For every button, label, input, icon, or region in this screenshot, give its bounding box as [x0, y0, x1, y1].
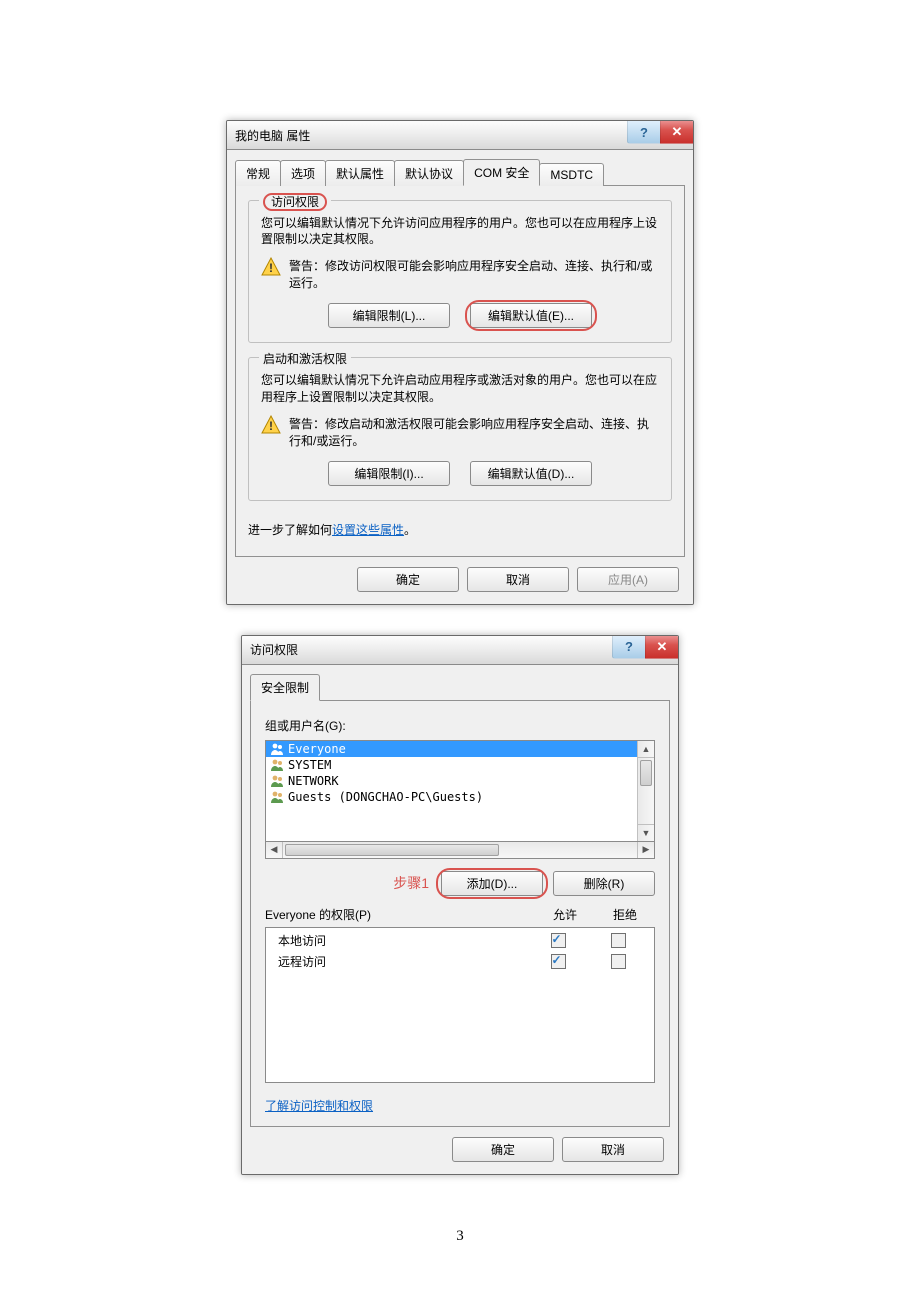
step-annotation: 步骤1 [393, 873, 429, 893]
permission-name: 远程访问 [272, 953, 528, 970]
tab-options[interactable]: 选项 [280, 160, 326, 186]
tab-com-security[interactable]: COM 安全 [463, 159, 540, 186]
tabstrip: 常规 选项 默认属性 默认协议 COM 安全 MSDTC [235, 158, 685, 186]
dialog-footer: 确定 取消 应用(A) [235, 557, 685, 596]
access-legend: 访问权限 [259, 193, 331, 210]
help-button[interactable]: ? [627, 121, 660, 144]
dialog-footer: 确定 取消 [250, 1127, 670, 1166]
launch-desc: 您可以编辑默认情况下允许启动应用程序或激活对象的用户。您也可以在应用程序上设置限… [261, 372, 659, 404]
access-permissions-dialog: 访问权限 ? ✕ 安全限制 组或用户名(G): Everyone SYSTEM NE… [241, 635, 679, 1175]
page-number: 3 [0, 1228, 920, 1245]
titlebar[interactable]: 访问权限 ? ✕ [242, 636, 678, 665]
group-users-label: 组或用户名(G): [265, 717, 655, 734]
access-edit-default-button[interactable]: 编辑默认值(E)... [470, 303, 592, 328]
vertical-scrollbar[interactable]: ▲ ▼ [637, 741, 654, 841]
allow-column: 允许 [535, 906, 595, 923]
access-warning: ! 警告：修改访问权限可能会影响应用程序安全启动、连接、执行和/或运行。 [261, 257, 659, 291]
learn-prefix: 进一步了解如何 [248, 523, 332, 537]
ok-button[interactable]: 确定 [452, 1137, 554, 1162]
launch-activation-group: 启动和激活权限 您可以编辑默认情况下允许启动应用程序或激活对象的用户。您也可以在… [248, 357, 672, 500]
learn-more: 进一步了解如何设置这些属性。 [248, 521, 672, 538]
cancel-button[interactable]: 取消 [467, 567, 569, 592]
access-legend-highlight: 访问权限 [263, 193, 327, 211]
tab-security-limits[interactable]: 安全限制 [250, 674, 320, 701]
scroll-left-arrow[interactable]: ◀ [266, 842, 283, 858]
access-permissions-group: 访问权限 您可以编辑默认情况下允许访问应用程序的用户。您也可以在应用程序上设置限… [248, 200, 672, 343]
list-item[interactable]: Everyone [266, 741, 637, 757]
help-button[interactable]: ? [612, 636, 645, 659]
permissions-for-label: Everyone 的权限(P) [265, 906, 535, 923]
user-group-icon [270, 774, 284, 788]
user-group-icon [270, 790, 284, 804]
window-title: 我的电脑 属性 [235, 127, 627, 144]
close-button[interactable]: ✕ [660, 121, 693, 144]
scroll-thumb[interactable] [640, 760, 652, 786]
deny-checkbox[interactable] [611, 933, 626, 948]
my-computer-properties-dialog: 我的电脑 属性 ? ✕ 常规 选项 默认属性 默认协议 COM 安全 MSDTC… [226, 120, 694, 605]
user-group-icon [270, 742, 284, 756]
list-item[interactable]: NETWORK [266, 773, 637, 789]
learn-link[interactable]: 设置这些属性 [332, 523, 404, 537]
svg-text:!: ! [269, 419, 273, 433]
launch-warning: ! 警告：修改启动和激活权限可能会影响应用程序安全启动、连接、执行和/或运行。 [261, 415, 659, 449]
allow-checkbox[interactable] [551, 933, 566, 948]
list-item-label: Everyone [288, 742, 346, 756]
scroll-right-arrow[interactable]: ▶ [637, 842, 654, 858]
tab-msdtc[interactable]: MSDTC [539, 163, 604, 186]
tabstrip: 安全限制 [250, 673, 670, 701]
learn-access-control-link[interactable]: 了解访问控制和权限 [265, 1099, 373, 1113]
list-item[interactable]: Guests (DONGCHAO-PC\Guests) [266, 789, 637, 805]
close-button[interactable]: ✕ [645, 636, 678, 659]
learn-suffix: 。 [404, 523, 416, 537]
deny-column: 拒绝 [595, 906, 655, 923]
launch-legend: 启动和激活权限 [259, 350, 351, 367]
tab-default-protocols[interactable]: 默认协议 [394, 160, 464, 186]
scroll-up-arrow[interactable]: ▲ [638, 741, 654, 758]
scroll-thumb[interactable] [285, 844, 499, 856]
deny-checkbox[interactable] [611, 954, 626, 969]
window-title: 访问权限 [250, 641, 612, 658]
tab-default-properties[interactable]: 默认属性 [325, 160, 395, 186]
permissions-header: Everyone 的权限(P) 允许 拒绝 [265, 906, 655, 923]
launch-edit-default-button[interactable]: 编辑默认值(D)... [470, 461, 592, 486]
warning-icon: ! [261, 415, 281, 435]
cancel-button[interactable]: 取消 [562, 1137, 664, 1162]
remove-button[interactable]: 删除(R) [553, 871, 655, 896]
permission-row: 本地访问 [266, 930, 654, 951]
svg-text:!: ! [269, 261, 273, 275]
add-button[interactable]: 添加(D)... [441, 871, 543, 896]
warning-icon: ! [261, 257, 281, 277]
list-item-label: SYSTEM [288, 758, 331, 772]
permission-row: 远程访问 [266, 951, 654, 972]
scroll-down-arrow[interactable]: ▼ [638, 824, 654, 841]
horizontal-scrollbar[interactable]: ◀ ▶ [265, 842, 655, 859]
users-listbox[interactable]: Everyone SYSTEM NETWORK Guests (DONGCHAO-PC… [265, 740, 655, 842]
access-edit-limits-button[interactable]: 编辑限制(L)... [328, 303, 450, 328]
access-desc: 您可以编辑默认情况下允许访问应用程序的用户。您也可以在应用程序上设置限制以决定其… [261, 215, 659, 247]
launch-edit-limits-button[interactable]: 编辑限制(I)... [328, 461, 450, 486]
tab-general[interactable]: 常规 [235, 160, 281, 186]
allow-checkbox[interactable] [551, 954, 566, 969]
ok-button[interactable]: 确定 [357, 567, 459, 592]
list-item-label: Guests (DONGCHAO-PC\Guests) [288, 790, 483, 804]
list-item-label: NETWORK [288, 774, 339, 788]
permission-name: 本地访问 [272, 932, 528, 949]
access-warning-text: 警告：修改访问权限可能会影响应用程序安全启动、连接、执行和/或运行。 [289, 257, 659, 291]
com-security-panel: 访问权限 您可以编辑默认情况下允许访问应用程序的用户。您也可以在应用程序上设置限… [235, 185, 685, 557]
user-group-icon [270, 758, 284, 772]
titlebar[interactable]: 我的电脑 属性 ? ✕ [227, 121, 693, 150]
security-limits-panel: 组或用户名(G): Everyone SYSTEM NETWORK Guests (D… [250, 700, 670, 1127]
list-item[interactable]: SYSTEM [266, 757, 637, 773]
launch-warning-text: 警告：修改启动和激活权限可能会影响应用程序安全启动、连接、执行和/或运行。 [289, 415, 659, 449]
apply-button[interactable]: 应用(A) [577, 567, 679, 592]
permissions-list: 本地访问远程访问 [265, 927, 655, 1083]
